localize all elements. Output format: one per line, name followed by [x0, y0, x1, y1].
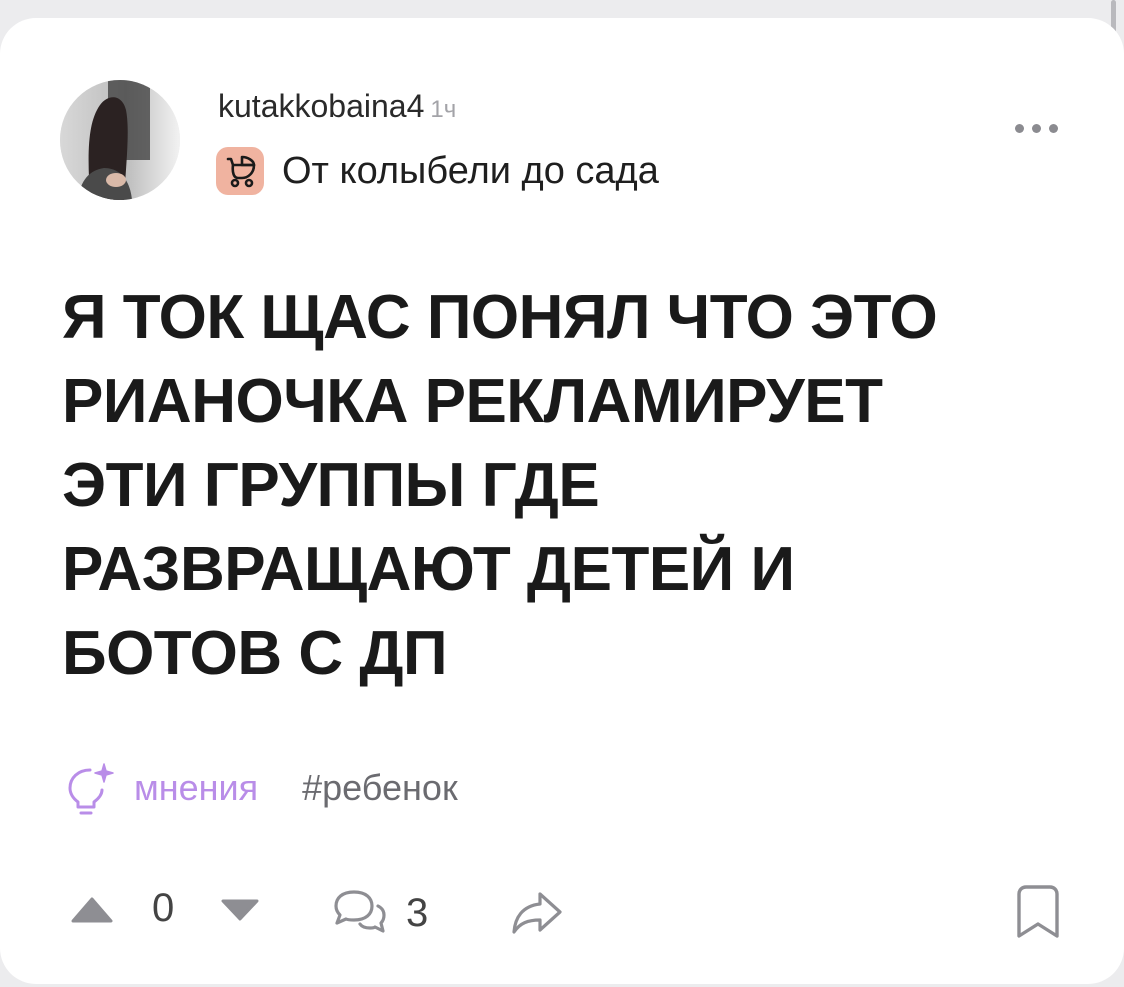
post-actions: 0 3	[70, 880, 1060, 942]
bookmark-icon	[1017, 885, 1059, 938]
comment-bubbles-icon	[334, 890, 386, 933]
downvote-button[interactable]	[220, 898, 260, 922]
community-link[interactable]: От колыбели до сада	[216, 146, 659, 196]
author-username[interactable]: kutakkobaina4 1ч	[218, 86, 456, 130]
more-dot	[1031, 123, 1041, 133]
avatar[interactable]	[60, 80, 180, 200]
share-arrow-icon	[512, 892, 562, 934]
post-text-line: ЭТИ ГРУППЫ ГДЕ	[62, 451, 600, 520]
more-dot	[1048, 123, 1058, 133]
lightbulb-sparkle-icon	[68, 763, 114, 815]
upvote-arrow-icon	[71, 897, 113, 923]
vote-count: 0	[152, 886, 175, 930]
community-name[interactable]: От колыбели до сада	[282, 150, 659, 193]
baby-stroller-icon	[216, 147, 264, 195]
post-tags: мнения #ребенок	[64, 760, 458, 816]
downvote-arrow-icon	[221, 899, 259, 921]
bookmark-button[interactable]	[1016, 884, 1060, 940]
post-text-line: БОТОВ С ДП	[62, 619, 448, 688]
upvote-button[interactable]	[70, 896, 114, 924]
post-text-line: Я ТОК ЩАС ПОНЯЛ ЧТО ЭТО	[62, 283, 938, 352]
comments-button[interactable]: 3	[332, 888, 428, 938]
tag-opinion-label[interactable]: мнения	[134, 767, 258, 809]
post-card: kutakkobaina4 1ч От колыбели до сада Я ТО…	[0, 18, 1124, 984]
more-dots-icon	[1014, 123, 1024, 133]
post-text-line: РИАНОЧКА РЕКЛАМИРУЕТ	[62, 367, 883, 436]
share-button[interactable]	[510, 890, 564, 936]
comment-count: 3	[406, 890, 429, 935]
tag-opinion[interactable]: мнения	[64, 760, 258, 816]
post-time: 1ч	[430, 96, 457, 123]
post-text-line: РАЗВРАЩАЮТ ДЕТЕЙ И	[62, 535, 795, 604]
author-username-text[interactable]: kutakkobaina4	[218, 88, 424, 124]
more-options-button[interactable]	[1006, 115, 1066, 141]
post-body: Я ТОК ЩАС ПОНЯЛ ЧТО ЭТО РИАНОЧКА РЕКЛАМИ…	[62, 276, 1062, 696]
tag-hashtag[interactable]: #ребенок	[302, 767, 458, 809]
